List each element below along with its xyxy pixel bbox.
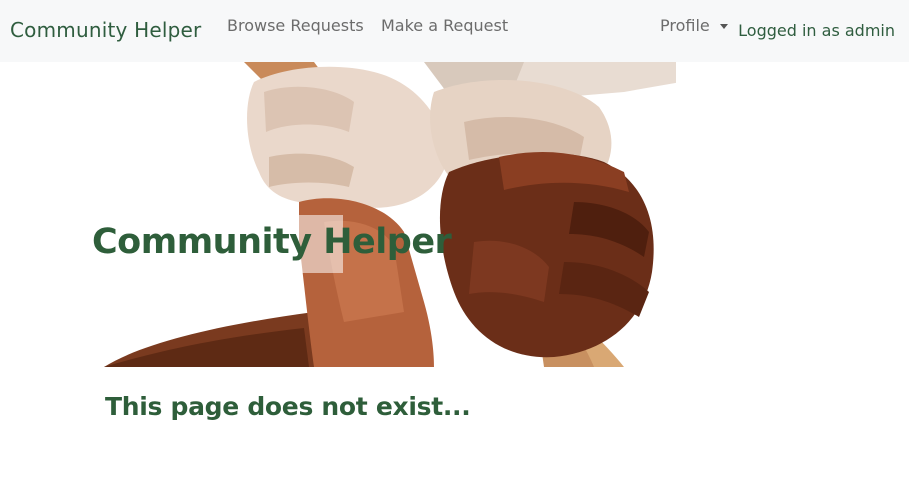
not-found-message: This page does not exist...	[105, 392, 471, 421]
logged-in-status: Logged in as admin	[738, 21, 895, 40]
hands-holding-wrists-image	[104, 62, 676, 367]
nav-make-request[interactable]: Make a Request	[381, 16, 508, 35]
profile-dropdown[interactable]: Profile	[660, 16, 710, 35]
chevron-down-icon[interactable]	[720, 24, 728, 29]
hero-banner	[104, 62, 676, 367]
top-navbar: Community Helper Browse Requests Make a …	[0, 0, 909, 62]
nav-browse-requests[interactable]: Browse Requests	[227, 16, 364, 35]
hero-title: Community Helper	[92, 222, 452, 262]
brand-link[interactable]: Community Helper	[10, 18, 201, 42]
